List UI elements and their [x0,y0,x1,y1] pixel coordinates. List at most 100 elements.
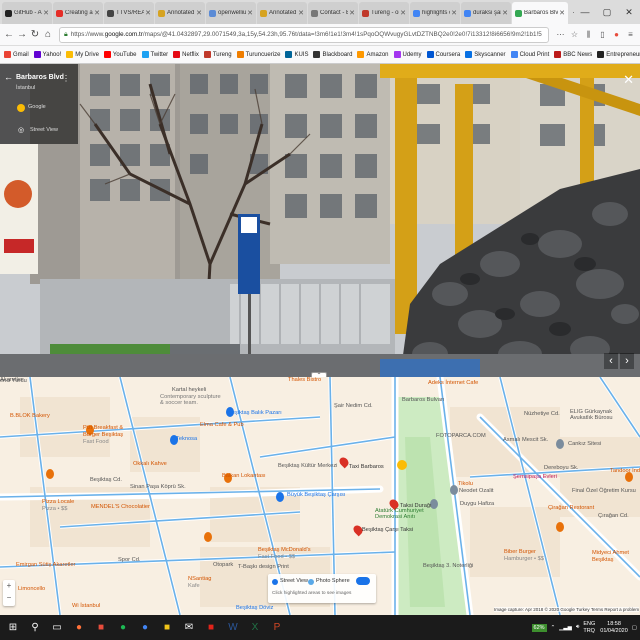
map-label[interactable]: B.BLOK Bakery [10,413,50,419]
clock[interactable]: 18:58 01/04/2020 [600,621,628,635]
file-explorer-icon[interactable]: ■ [158,619,176,637]
chevron-left-icon[interactable]: ‹ [604,353,618,369]
bookmark-item[interactable]: YouTube [103,51,137,58]
bookmark-item[interactable]: Entrepreneur [597,51,640,58]
browser-tab[interactable]: Annotated Bibliog✕ [155,2,205,24]
chrome-icon[interactable]: ● [136,619,154,637]
zoom-in-icon[interactable]: + [3,580,15,592]
map-label[interactable]: Balkan Lokantası [222,473,266,479]
tab-close-icon[interactable]: ✕ [400,9,406,17]
tab-close-icon[interactable]: ✕ [298,9,304,17]
map-label[interactable]: Beşiktaş McDonald's [258,547,311,553]
map-label[interactable]: & soccer team. [160,400,198,406]
map-label[interactable]: Beşiktaş Çarşı Taksi [362,527,413,533]
map-label[interactable]: Kafe [188,583,200,589]
map-label[interactable]: Pizi Breakfast & [83,425,123,431]
country-link[interactable]: Turkey [576,607,590,612]
street-view-link[interactable]: Street View [30,127,58,133]
close-icon[interactable]: ✕ [623,72,634,88]
close-window-icon[interactable]: ✕ [618,0,640,24]
bookmark-item[interactable]: Cloud Print [510,51,549,58]
bookmark-item[interactable]: BBC News [554,51,592,58]
bookmark-item[interactable]: Yahoo! [33,51,61,58]
bookmark-item[interactable]: Udemy [393,51,422,58]
battery-percent[interactable]: 62% [531,623,547,632]
tab-close-icon[interactable]: ✕ [43,9,49,17]
map-label[interactable]: Barbaros Bulvarı [402,397,444,403]
bookmark-item[interactable]: Coursera [426,51,460,58]
minimize-icon[interactable]: — [574,0,596,24]
map-label[interactable]: NSantiag [188,576,211,582]
map-label[interactable]: Fast Food • $$ [258,554,295,560]
map-label[interactable]: Demokrasi Anıtı [375,514,415,520]
tab-close-icon[interactable]: ✕ [247,9,253,17]
library-icon[interactable]: ⫼ [582,28,595,41]
tab-close-icon[interactable]: ✕ [145,9,151,17]
bookmark-item[interactable]: KUIS [285,51,308,58]
acrobat-icon[interactable]: ■ [202,619,220,637]
bookmark-item[interactable]: Blackboard [313,51,352,58]
map-label[interactable]: Beşiktaş Döviz [236,605,273,611]
map-label[interactable]: Sinan Paşa Köprü Sk. [130,484,186,490]
firefox-icon[interactable]: ● [70,619,88,637]
tab-close-icon[interactable]: ✕ [94,9,100,17]
map-label[interactable]: Tandoor India [610,468,640,474]
map-label[interactable]: Şemsipaşa Evleri [513,474,557,480]
back-arrow-icon[interactable]: ← [4,72,13,82]
browser-tab[interactable]: Contact - Earlybird✕ [308,2,358,24]
map-label[interactable]: Elma Cafe & Pub [200,422,244,428]
browser-tab[interactable]: Creating a YOLO✕ [53,2,103,24]
map-label[interactable]: Çırağan Cd. [598,513,629,519]
chevron-right-icon[interactable]: › [620,353,634,369]
powerpoint-icon[interactable]: P [268,619,286,637]
map-label[interactable]: Neodet Ozalit [459,488,493,494]
bookmark-item[interactable]: Tureng [203,51,232,58]
browser-tab[interactable]: highlights or high✕ [410,2,460,24]
notification-icon[interactable]: ▢ [632,625,637,631]
map-label[interactable]: Tikolu [458,481,473,487]
map-label[interactable]: Wi İstanbul [72,603,100,609]
map-label[interactable]: MENDEL'S Chocolatier [91,504,150,510]
map-label[interactable]: Beşiktaş Cd. [90,477,122,483]
map-label[interactable]: Hamburger • $$ [504,556,544,562]
tab-close-icon[interactable]: ✕ [502,9,508,17]
map-label[interactable]: Çirağan Restorant [548,505,594,511]
sidebar-icon[interactable]: ▯ [596,28,609,41]
tab-close-icon[interactable]: ✕ [196,9,202,17]
map-pin-place[interactable] [450,485,458,495]
map-pin-restaurant[interactable] [46,469,54,479]
windows-start-icon[interactable]: ⊞ [4,619,22,637]
map-label[interactable]: Dereboyu Sk. [544,465,578,471]
map-label[interactable]: Cankız Sitesi [568,441,601,447]
network-icon[interactable]: ▁▃▅ [559,625,572,631]
map-label[interactable]: Beşiktaş Kültür Merkezi [278,463,337,469]
map-label[interactable]: Büyük Beşiktaş Çarşısı [287,492,345,498]
map-label[interactable]: Pizza Locale [42,499,74,505]
browser-tab[interactable]: duraksi şantiri - Go✕ [461,2,511,24]
map-pin-place[interactable] [556,439,564,449]
search-icon[interactable]: ⚲ [26,619,44,637]
chevron-up-icon[interactable]: ⌃ [551,625,556,631]
browser-tab[interactable]: GitHub - Aksoy/M✕ [2,2,52,24]
url-bar[interactable]: 🔒︎ https://www. google.com.tr/maps/@41.04… [59,26,549,43]
home-icon[interactable]: ⌂ [42,28,54,42]
map-label[interactable]: Teknosa [176,436,197,442]
street-view-panorama[interactable]: ← Barbaros Blvd İstanbul ⋮ Google ◎ Stre… [0,64,640,377]
layer-toggle-switch[interactable] [356,577,370,585]
street-view-layer-label[interactable]: Street View [280,578,308,584]
map-label[interactable]: Kartal heykeli [172,387,206,393]
map-label[interactable]: Nüzhetiye Cd. [524,411,560,417]
back-icon[interactable]: ← [3,28,15,42]
report-link[interactable]: Report a problem [604,607,639,612]
map-label[interactable]: Beşiktaş Balık Pazarı [228,410,282,416]
browser-tab[interactable]: TTVS/README.m✕ [104,2,154,24]
tab-close-icon[interactable]: ✕ [349,9,355,17]
browser-tab[interactable]: Barbaros Blvd ✕ [512,2,568,24]
forward-icon[interactable]: → [16,28,28,42]
maximize-icon[interactable]: ▢ [596,0,618,24]
map-pin-shopping[interactable] [276,492,284,502]
map-label[interactable]: Okkalı Kahve [133,461,167,467]
photo-sphere-layer-label[interactable]: Photo Sphere [316,578,350,584]
map-label[interactable]: Beşiktaş [592,557,614,563]
map-label[interactable]: Duygu Hafiza [460,501,494,507]
